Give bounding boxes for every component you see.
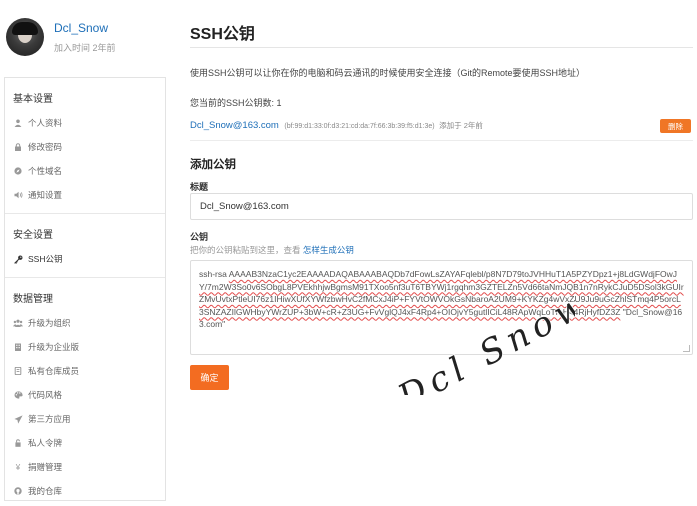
confirm-button[interactable]: 确定 [190,365,229,390]
sidebar-item-label: 我的仓库 [28,486,63,496]
sidebar-item-private-members[interactable]: 私有仓库成员 [5,359,165,383]
sidebar-item-third-party-apps[interactable]: 第三方应用 [5,407,165,431]
yen-icon: ¥ [15,462,21,472]
building-icon [13,342,23,352]
sidebar-item-label: 个性域名 [28,166,63,176]
delete-key-button[interactable]: 删除 [660,119,691,133]
sidebar-item-label: 升级为组织 [28,318,71,328]
key-fingerprint: (bf:99:d1:33:0f:d3:21:cd:da:7f:66:3b:39:… [284,123,435,130]
resize-handle[interactable] [683,345,690,352]
sidebar-item-ssh-keys[interactable]: SSH公钥 [5,247,165,271]
public-key-textarea[interactable]: ssh-rsa AAAAB3NzaC1yc2EAAAADAQABAAABAQDb… [190,260,693,355]
sidebar-item-label: 第三方应用 [28,414,71,424]
sidebar-section-basic: 基本设置 个人资料 修改密码 个性域名 通知设置 [5,78,165,214]
sidebar-item-label: 个人资料 [28,118,63,128]
sidebar-item-upgrade-org[interactable]: 升级为组织 [5,311,165,335]
sidebar-heading: 数据管理 [13,294,53,305]
profile-name[interactable]: Dcl_Snow [54,21,116,35]
group-icon [13,318,23,328]
sidebar-item-label: 私有仓库成员 [28,366,80,376]
plane-icon [13,414,23,424]
key-body-text: AAAAB3NzaC1yc2EAAAADAQABAAABAQDb7dFowLsZ… [199,269,684,317]
key-added-time: 添加于 2年前 [439,121,483,130]
sidebar-item-notifications[interactable]: 通知设置 [5,183,165,207]
sidebar-item-password[interactable]: 修改密码 [5,135,165,159]
add-key-heading: 添加公钥 [190,159,236,171]
sidebar-item-profile[interactable]: 个人资料 [5,111,165,135]
how-to-generate-link[interactable]: 怎样生成公钥 [303,245,354,255]
user-icon [13,118,23,128]
page-title: SSH公钥 [190,26,255,43]
sidebar-item-label: 代码风格 [28,390,63,400]
sidebar-item-label: SSH公钥 [28,254,63,264]
sidebar-item-my-repos[interactable]: 我的仓库 [5,479,165,503]
sidebar-section-data: 数据管理 升级为组织 升级为企业版 私有仓库成员 代码风格 第三方应用 私人令牌… [5,278,165,506]
sidebar-item-code-style[interactable]: 代码风格 [5,383,165,407]
key-count-text: 您当前的SSH公钥数: 1 [190,98,282,108]
key-hint-text: 把你的公钥粘贴到这里，查看 [190,245,301,255]
sidebar-item-domain[interactable]: 个性域名 [5,159,165,183]
profile-text: Dcl_Snow 加入时间 2年前 [54,21,116,54]
sidebar-item-donations[interactable]: ¥ 捐赠管理 [5,455,165,479]
repo-icon [13,366,23,376]
sidebar-item-private-tokens[interactable]: 私人令牌 [5,431,165,455]
sidebar-item-label: 修改密码 [28,142,63,152]
ssh-key-row: Dcl_Snow@163.com (bf:99:d1:33:0f:d3:21:c… [190,119,693,134]
description-text: 使用SSH公钥可以让你在你的电脑和码云通讯的时候使用安全连接（Git的Remot… [190,68,586,78]
sidebar-heading: 安全设置 [13,230,53,241]
sidebar-item-label: 私人令牌 [28,438,63,448]
key-title-input[interactable] [190,193,693,220]
title-label: 标题 [190,182,209,192]
sidebar-item-label: 通知设置 [28,190,63,200]
key-label: 公钥 [190,232,209,242]
sidebar-item-upgrade-enterprise[interactable]: 升级为企业版 [5,335,165,359]
avatar[interactable] [6,18,44,56]
sidebar-item-label: 升级为企业版 [28,342,80,352]
profile-header: Dcl_Snow 加入时间 2年前 [6,18,116,56]
key-icon [13,254,23,264]
palette-icon [13,390,23,400]
divider [190,47,693,48]
token-icon [13,438,23,448]
sidebar-section-security: 安全设置 SSH公钥 [5,214,165,278]
settings-sidebar: 基本设置 个人资料 修改密码 个性域名 通知设置 安全设置 SSH公钥 数据管理… [4,77,166,501]
key-type-text: ssh-rsa [199,269,229,279]
key-hint: 把你的公钥粘贴到这里，查看 怎样生成公钥 [190,244,354,256]
divider [190,140,693,141]
profile-joined: 加入时间 2年前 [54,42,116,53]
compass-icon [13,166,23,176]
key-title: Dcl_Snow@163.com [190,120,279,131]
volume-icon [13,190,23,200]
lock-icon [13,142,23,152]
sidebar-heading: 基本设置 [13,94,53,105]
github-icon [13,486,23,496]
sidebar-item-label: 捐赠管理 [28,462,63,472]
